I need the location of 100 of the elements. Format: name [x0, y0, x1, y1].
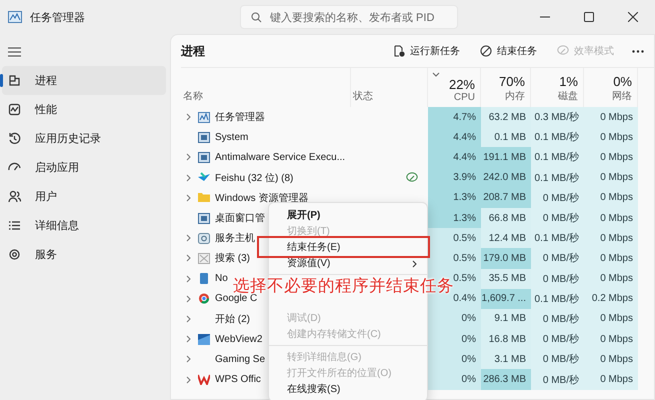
process-name[interactable]: WebView2 [181, 329, 262, 350]
toolbar-button[interactable]: 运行新任务 [385, 40, 468, 62]
table-cell: 0 Mbps [584, 228, 638, 248]
table-cell: 179.0 MB [481, 248, 531, 268]
search-icon [251, 12, 262, 22]
menu-item[interactable]: 资源值(V) [269, 255, 427, 271]
wps-icon [198, 374, 210, 386]
table-cell: 0% [428, 349, 481, 370]
new-task-icon [393, 45, 405, 57]
table-cell: 0 Mbps [584, 127, 638, 148]
table-cell: 242.0 MB [481, 168, 531, 188]
table-cell: 0.1 MB/秒 [531, 288, 584, 309]
table-cell: 1.3% [428, 208, 481, 228]
browser-icon [198, 293, 210, 304]
sidebar-item[interactable]: 详细信息 [2, 211, 166, 240]
toolbar-button[interactable]: 结束任务 [472, 40, 545, 62]
expand-chevron-icon[interactable] [186, 174, 191, 182]
table-cell: 0% [428, 329, 481, 350]
table-cell: 4.4% [428, 127, 481, 148]
sidebar-item[interactable]: 应用历史记录 [2, 124, 166, 153]
column-header[interactable]: 磁盘 [558, 89, 578, 103]
column-total: 70% [498, 74, 525, 89]
expand-chevron-icon[interactable] [186, 294, 191, 303]
table-cell: 0 MB/秒 [531, 308, 584, 330]
table-cell: 0.5% [428, 248, 481, 268]
processes-icon [8, 74, 21, 87]
sidebar-item[interactable]: 进程 [2, 66, 166, 95]
table-cell: 16.8 MB [481, 329, 531, 350]
process-name[interactable]: Antimalware Service Execu... [181, 147, 346, 168]
chart-icon [198, 112, 210, 123]
table-cell: 1,609.7 ... [481, 288, 531, 309]
table-cell: 9.1 MB [481, 308, 531, 330]
process-name[interactable]: No [181, 268, 228, 289]
process-name[interactable]: 开始 (2) [181, 308, 250, 330]
sidebar-item[interactable]: 服务 [2, 240, 166, 269]
expand-chevron-icon[interactable] [186, 355, 191, 364]
process-name[interactable]: 任务管理器 [181, 107, 265, 128]
process-name[interactable]: 桌面窗口管 [181, 208, 265, 228]
search-icon [198, 252, 210, 264]
table-cell: 0.1 MB/秒 [531, 147, 584, 168]
page-title: 进程 [181, 42, 205, 60]
process-name[interactable]: Feishu (32 位) (8) [181, 168, 294, 188]
table-cell: 286.3 MB [481, 369, 531, 390]
table-cell: 0.1 MB/秒 [531, 168, 584, 188]
table-cell: 0 MB/秒 [531, 188, 584, 208]
sidebar-item[interactable]: 启动应用 [2, 153, 166, 182]
column-total: 22% [448, 77, 475, 92]
window-title: 任务管理器 [30, 10, 86, 24]
table-cell: 0 MB/秒 [531, 369, 584, 390]
expand-chevron-icon[interactable] [186, 234, 191, 242]
column-header[interactable]: 状态 [353, 89, 373, 103]
notepad-icon [198, 273, 210, 284]
expand-chevron-icon[interactable] [186, 254, 191, 262]
column-header[interactable]: 网络 [612, 89, 632, 103]
process-name[interactable]: 搜索 (3) [181, 248, 250, 268]
expand-chevron-icon[interactable] [186, 274, 191, 283]
table-cell: 0.1 MB/秒 [531, 228, 584, 248]
expand-chevron-icon[interactable] [186, 153, 191, 162]
column-header[interactable]: CPU [454, 92, 475, 103]
table-cell: 0.1 MB [481, 127, 531, 148]
process-name[interactable]: Windows 资源管理器 [181, 188, 308, 208]
table-cell: 0.5% [428, 228, 481, 248]
table-cell: 0 MB/秒 [531, 208, 584, 228]
folder-icon [198, 192, 210, 204]
column-header[interactable]: 内存 [505, 89, 525, 103]
table-cell: 35.5 MB [481, 268, 531, 289]
search-field[interactable]: 键入要搜索的名称、发布者或 PID [240, 5, 458, 29]
table-cell: 0.2 Mbps [584, 288, 638, 309]
table-cell: 191.1 MB [481, 147, 531, 168]
sidebar-item[interactable]: 性能 [2, 95, 166, 124]
table-cell: 0 MB/秒 [531, 248, 584, 268]
table-cell: 0 Mbps [584, 208, 638, 228]
column-header[interactable]: 名称 [183, 89, 203, 103]
table-cell: 0 Mbps [584, 248, 638, 268]
table-cell: 0 Mbps [584, 168, 638, 188]
table-cell: 0 Mbps [584, 147, 638, 168]
users-icon [8, 190, 21, 203]
table-cell: 66.8 MB [481, 208, 531, 228]
menu-item[interactable]: 在线搜索(S) [269, 381, 427, 397]
sidebar-item[interactable]: 用户 [2, 182, 166, 211]
table-cell: 0 MB/秒 [531, 329, 584, 350]
expand-chevron-icon[interactable] [186, 376, 191, 384]
block-icon [480, 45, 492, 57]
expand-chevron-icon[interactable] [186, 314, 191, 323]
menu-item[interactable]: 结束任务(E) [257, 236, 430, 258]
history-icon [8, 132, 21, 145]
process-name[interactable]: WPS Offic [181, 369, 261, 390]
webview-icon [198, 334, 210, 345]
process-name[interactable]: Gaming Se [181, 349, 266, 370]
menu-item[interactable]: 展开(P) [269, 207, 427, 223]
window-icon [198, 132, 210, 143]
expand-chevron-icon[interactable] [186, 194, 191, 202]
process-name[interactable]: System [181, 127, 248, 148]
table-cell: 4.7% [428, 107, 481, 128]
expand-chevron-icon[interactable] [186, 113, 191, 122]
menu-icon [8, 47, 21, 57]
table-cell: 0 Mbps [584, 107, 638, 128]
expand-chevron-icon[interactable] [186, 335, 191, 344]
table-cell: 0 MB/秒 [531, 268, 584, 289]
process-name[interactable]: 服务主机 [181, 228, 255, 248]
